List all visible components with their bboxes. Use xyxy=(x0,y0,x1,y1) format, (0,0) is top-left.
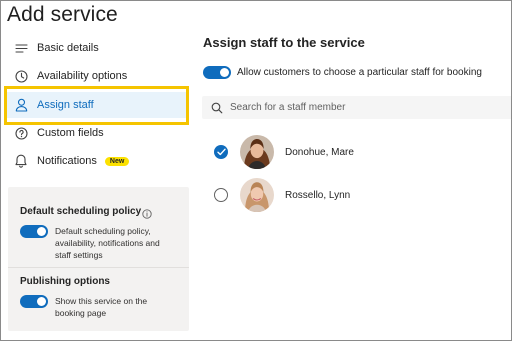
nav-item-label: Notifications xyxy=(37,155,97,167)
staff-unselected-checkbox[interactable] xyxy=(214,188,228,202)
scheduling-policy-toggle[interactable] xyxy=(20,225,48,238)
scheduling-policy-heading: Default scheduling policy xyxy=(20,206,142,217)
question-circle-icon xyxy=(13,125,29,141)
add-service-window: Add service Basic details Availability o… xyxy=(0,0,512,341)
toggle-knob xyxy=(37,227,46,236)
description-line: booking page xyxy=(55,308,107,318)
nav-item-label: Custom fields xyxy=(37,127,104,139)
staff-search-box[interactable] xyxy=(202,96,511,119)
nav-item-label: Availability options xyxy=(37,70,128,82)
description-line: Show this service on the xyxy=(55,296,148,306)
description-line: Default scheduling policy, xyxy=(55,226,151,236)
allow-staff-choice-label: Allow customers to choose a particular s… xyxy=(237,67,482,78)
list-icon xyxy=(13,40,29,56)
publishing-toggle[interactable] xyxy=(20,295,48,308)
allow-staff-choice-toggle[interactable] xyxy=(203,66,231,79)
assign-staff-title: Assign staff to the service xyxy=(203,35,365,50)
staff-search-input[interactable] xyxy=(230,102,490,113)
panel-divider xyxy=(8,267,189,268)
avatar xyxy=(240,178,274,212)
avatar xyxy=(240,135,274,169)
bell-icon xyxy=(13,153,29,169)
staff-name: Rossello, Lynn xyxy=(285,189,351,201)
search-icon xyxy=(210,101,224,115)
toggle-knob xyxy=(37,297,46,306)
nav-item-basic-details[interactable]: Basic details xyxy=(7,35,189,61)
publishing-options-heading: Publishing options xyxy=(20,276,110,287)
staff-row[interactable]: Donohue, Mare xyxy=(211,133,511,171)
staff-name: Donohue, Mare xyxy=(285,146,354,158)
scheduling-policy-description: Default scheduling policy, availability,… xyxy=(55,225,185,261)
clock-icon xyxy=(13,68,29,84)
nav-item-notifications[interactable]: Notifications New xyxy=(7,148,189,174)
staff-row[interactable]: Rossello, Lynn xyxy=(211,176,511,214)
toggle-knob xyxy=(220,68,229,77)
info-icon[interactable] xyxy=(142,206,152,219)
staff-selected-checkbox[interactable] xyxy=(214,145,228,159)
highlight-box xyxy=(4,86,189,125)
publishing-description: Show this service on the booking page xyxy=(55,295,185,319)
new-badge: New xyxy=(104,156,130,166)
nav-item-label: Basic details xyxy=(37,42,99,54)
description-line: staff settings xyxy=(55,250,103,260)
description-line: availability, notifications and xyxy=(55,238,160,248)
